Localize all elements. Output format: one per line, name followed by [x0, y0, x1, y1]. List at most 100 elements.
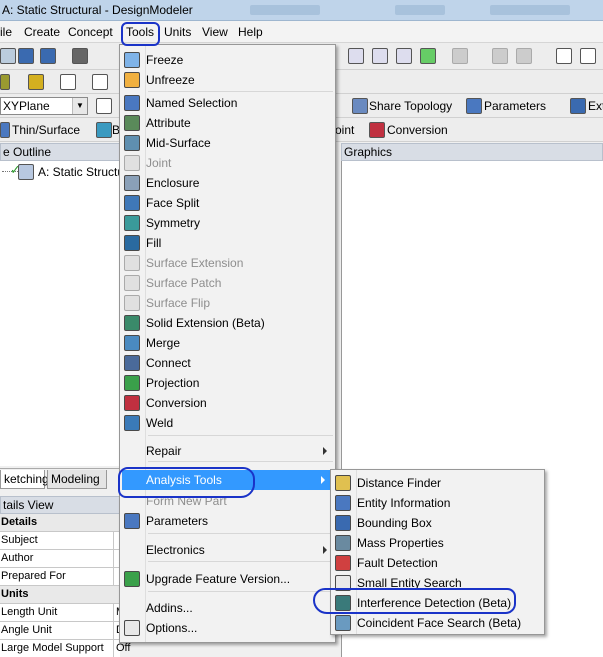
- menu-tools[interactable]: Tools: [126, 25, 154, 39]
- menu-item-label: Repair: [146, 444, 182, 458]
- details-row-author[interactable]: Author: [0, 550, 120, 568]
- submenu-item-coincident-face-search-beta[interactable]: Coincident Face Search (Beta): [333, 613, 542, 633]
- details-view-header: tails View: [0, 496, 120, 514]
- pan-icon[interactable]: [580, 48, 596, 64]
- menu-help[interactable]: Help: [238, 25, 263, 39]
- point-button[interactable]: oint: [335, 123, 354, 137]
- menu-item-label: Enclosure: [146, 176, 200, 190]
- menu-item-electronics[interactable]: Electronics: [122, 540, 333, 560]
- details-row-subject[interactable]: Subject: [0, 532, 120, 550]
- menu-item-label: Connect: [146, 356, 191, 370]
- camera-icon[interactable]: [72, 48, 88, 64]
- menu-item-addins[interactable]: Addins...: [122, 598, 333, 618]
- menu-item-repair[interactable]: Repair: [122, 441, 333, 461]
- chevron-down-icon[interactable]: ▼: [72, 98, 87, 114]
- menu-file[interactable]: ile: [0, 25, 12, 39]
- menu-item-surface-flip: Surface Flip: [122, 293, 333, 313]
- menu-item-symmetry[interactable]: Symmetry: [122, 213, 333, 233]
- plane-value: XYPlane: [3, 99, 50, 113]
- share-topology-button[interactable]: Share Topology: [369, 99, 452, 113]
- zoom-fit-icon[interactable]: [492, 48, 508, 64]
- menu-item-merge[interactable]: Merge: [122, 333, 333, 353]
- menu-item-label: Freeze: [146, 53, 184, 67]
- menu-item-projection[interactable]: Projection: [122, 373, 333, 393]
- select-face-icon[interactable]: [372, 48, 388, 64]
- menu-item-solid-extension-beta[interactable]: Solid Extension (Beta): [122, 313, 333, 333]
- conversion-button[interactable]: Conversion: [387, 123, 448, 137]
- mid-surface-icon: [124, 135, 140, 151]
- model-icon: [18, 164, 34, 180]
- unfreeze-icon: [124, 72, 140, 88]
- menu-item-mid-surface[interactable]: Mid-Surface: [122, 133, 333, 153]
- submenu-item-small-entity-search[interactable]: Small Entity Search: [333, 573, 542, 593]
- menu-units[interactable]: Units: [164, 25, 191, 39]
- display-icon[interactable]: [28, 74, 44, 90]
- extend-selection-icon[interactable]: [452, 48, 468, 64]
- solid-extension-icon: [124, 315, 140, 331]
- details-row-length-unit[interactable]: Length UnitM: [0, 604, 120, 622]
- magnifier-icon: [335, 575, 351, 591]
- weld-icon: [124, 415, 140, 431]
- menu-item-options[interactable]: Options...: [122, 618, 333, 638]
- attribute-icon: [124, 115, 140, 131]
- box-zoom-icon[interactable]: [516, 48, 532, 64]
- submenu-item-fault-detection[interactable]: Fault Detection: [333, 553, 542, 573]
- surface-patch-icon: [124, 275, 140, 291]
- new-plane-icon[interactable]: [96, 98, 112, 114]
- new-icon[interactable]: [0, 48, 16, 64]
- save-icon[interactable]: [18, 48, 34, 64]
- menu-item-fill[interactable]: Fill: [122, 233, 333, 253]
- submenu-item-label: Entity Information: [357, 496, 451, 510]
- menu-item-attribute[interactable]: Attribute: [122, 113, 333, 133]
- extrude-button[interactable]: Ext: [588, 99, 603, 113]
- tab-sketching[interactable]: ketching: [0, 470, 49, 489]
- joint-icon: [124, 155, 140, 171]
- menu-item-analysis-tools[interactable]: Analysis Tools: [122, 470, 331, 490]
- menu-item-conversion[interactable]: Conversion: [122, 393, 333, 413]
- details-row-angle-unit[interactable]: Angle UnitD: [0, 622, 120, 640]
- details-group-details: Details: [0, 514, 120, 532]
- thin-surface-button[interactable]: Thin/Surface: [12, 123, 80, 137]
- line-icon[interactable]: [60, 74, 76, 90]
- menu-item-unfreeze[interactable]: Unfreeze: [122, 70, 333, 90]
- plane-select[interactable]: XYPlane ▼: [0, 97, 88, 115]
- rotate-icon[interactable]: [556, 48, 572, 64]
- submenu-item-bounding-box[interactable]: Bounding Box: [333, 513, 542, 533]
- info-icon: [335, 495, 351, 511]
- select-edge-icon[interactable]: [396, 48, 412, 64]
- submenu-item-label: Fault Detection: [357, 556, 438, 570]
- submenu-item-mass-properties[interactable]: Mass Properties: [333, 533, 542, 553]
- menu-concept[interactable]: Concept: [68, 25, 113, 39]
- menu-item-label: Options...: [146, 621, 198, 635]
- menu-item-parameters[interactable]: Parameters: [122, 511, 333, 531]
- submenu-item-interference-detection-beta[interactable]: Interference Detection (Beta): [333, 593, 542, 613]
- menu-item-enclosure[interactable]: Enclosure: [122, 173, 333, 193]
- menu-item-weld[interactable]: Weld: [122, 413, 333, 433]
- tree-root[interactable]: A: Static Structu: [38, 165, 124, 179]
- details-view: Details Subject Author Prepared For Unit…: [0, 514, 130, 657]
- details-row-prepared-for[interactable]: Prepared For: [0, 568, 120, 586]
- color-icon[interactable]: [0, 74, 10, 90]
- select-vertex-icon[interactable]: [420, 48, 436, 64]
- menu-item-named-selection[interactable]: Named Selection: [122, 93, 333, 113]
- menu-item-connect[interactable]: Connect: [122, 353, 333, 373]
- enclosure-icon: [124, 175, 140, 191]
- menu-item-freeze[interactable]: Freeze: [122, 50, 333, 70]
- menu-item-joint: Joint: [122, 153, 333, 173]
- menu-view[interactable]: View: [202, 25, 228, 39]
- submenu-item-distance-finder[interactable]: Distance Finder: [333, 473, 542, 493]
- select-body-icon[interactable]: [348, 48, 364, 64]
- menu-item-upgrade-feature-version[interactable]: Upgrade Feature Version...: [122, 569, 333, 589]
- parameters-button[interactable]: Parameters: [484, 99, 546, 113]
- menu-item-label: Named Selection: [146, 96, 238, 110]
- menu-create[interactable]: Create: [24, 25, 60, 39]
- bounding-box-icon: [335, 515, 351, 531]
- tab-modeling[interactable]: Modeling: [47, 470, 107, 489]
- connect-icon: [124, 355, 140, 371]
- submenu-item-entity-information[interactable]: Entity Information: [333, 493, 542, 513]
- polyline-icon[interactable]: [92, 74, 108, 90]
- save-as-icon[interactable]: [40, 48, 56, 64]
- menu-item-face-split[interactable]: Face Split: [122, 193, 333, 213]
- face-split-icon: [124, 195, 140, 211]
- window-title: A: Static Structural - DesignModeler: [2, 3, 193, 17]
